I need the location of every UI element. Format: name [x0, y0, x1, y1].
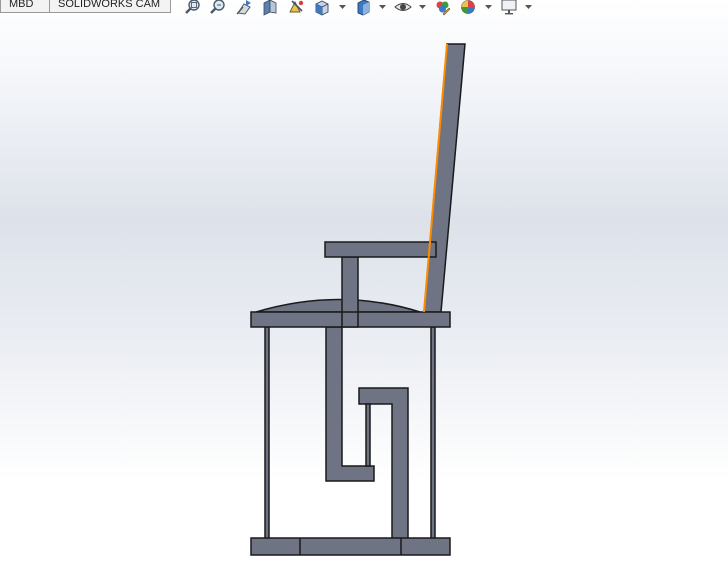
graphics-area[interactable]: [0, 0, 728, 574]
front-leg-post[interactable]: [264, 326, 270, 540]
seat-cushion[interactable]: [255, 298, 421, 313]
armrest[interactable]: [324, 241, 437, 258]
rear-leg-post[interactable]: [430, 326, 436, 540]
spiral-link-post[interactable]: [365, 403, 371, 467]
base-runner[interactable]: [250, 537, 451, 556]
seat-board[interactable]: [250, 311, 451, 328]
